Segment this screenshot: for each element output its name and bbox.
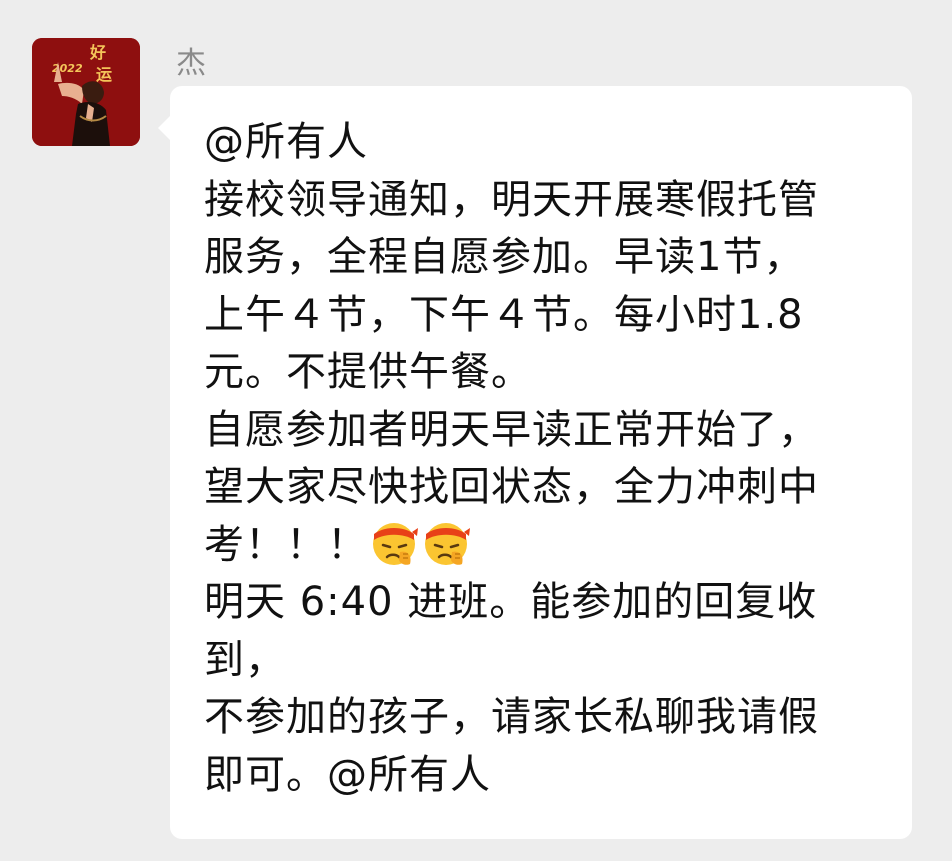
message-line-8: 考！！！ [204,517,888,575]
message-line-11: 不参加的孩子，请家长私聊我请假 [204,694,819,740]
message-line-8-text: 考！！！ [204,521,368,568]
avatar-caption-top: 好 [89,43,106,62]
message-line-4: 上午４节，下午４节。每小时1.8 [204,291,804,338]
determined-headband-emoji-1 [370,518,420,568]
message-line-1: @所有人 [204,119,368,165]
message-line-9: 明天 6:40 进班。能参加的回复收 [204,579,818,625]
message-line-7: 望大家尽快找回状态，全力冲刺中 [204,464,819,510]
sender-name[interactable]: 杰 [176,44,206,84]
chat-area: 2022 好 运 杰 @所有人 接校领导通知，明天开展寒假托管 服务，全程自愿参… [0,0,952,861]
message-bubble[interactable]: @所有人 接校领导通知，明天开展寒假托管 服务，全程自愿参加。早读1节， 上午４… [158,86,912,839]
avatar[interactable]: 2022 好 运 [32,38,140,146]
avatar-caption-bottom: 运 [96,65,112,84]
bubble-tail [158,116,170,140]
message-line-3: 服务，全程自愿参加。早读1节， [204,234,805,280]
determined-headband-emoji-2 [422,518,472,568]
message-line-10: 到， [204,636,286,683]
message-line-6: 自愿参加者明天早读正常开始了， [204,406,819,453]
message-line-5: 元。不提供午餐。 [204,349,532,395]
avatar-image: 2022 好 运 [32,38,140,146]
message-line-12: 即可。@所有人 [204,751,491,798]
message-line-2: 接校领导通知，明天开展寒假托管 [204,176,819,223]
